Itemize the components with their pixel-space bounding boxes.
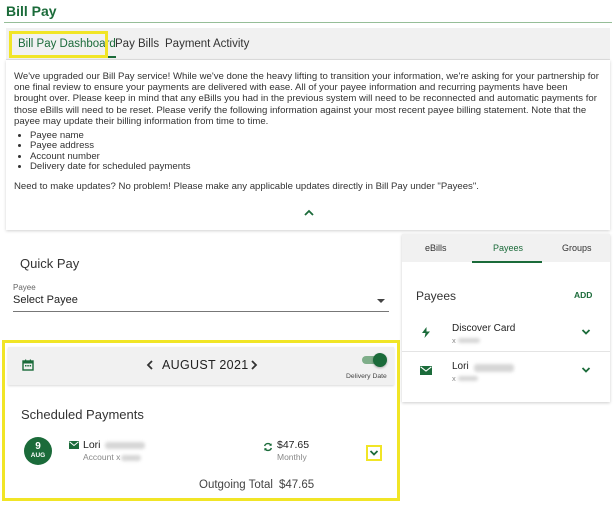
payee-account: x <box>452 374 456 383</box>
payment-date-badge: 9 AUG <box>24 437 52 465</box>
side-tabs: eBills Payees Groups <box>402 234 610 263</box>
quick-pay-title: Quick Pay <box>20 256 80 271</box>
verify-list: Payee name Payee address Account number … <box>30 130 602 173</box>
tab-groups[interactable]: Groups <box>562 234 592 262</box>
month-navigator: AUGUST 2021 Delivery Date <box>8 347 394 385</box>
notice-updates: Need to make updates? No problem! Please… <box>14 180 479 192</box>
calendar-icon[interactable] <box>22 359 34 371</box>
delivery-date-toggle[interactable] <box>362 353 387 367</box>
payment-payee-name: Lori <box>83 439 101 451</box>
payee-select[interactable]: Select Payee <box>13 294 389 312</box>
payees-title: Payees <box>416 289 457 303</box>
verify-item: Payee address <box>30 141 602 152</box>
chevron-down-icon[interactable] <box>581 328 591 336</box>
chevron-down-icon[interactable] <box>581 366 591 374</box>
scheduled-payments-panel: AUGUST 2021 Delivery Date Scheduled Paym… <box>2 340 400 501</box>
quick-pay-card: Quick Pay Payee Select Payee <box>6 236 396 336</box>
recurring-icon <box>263 442 273 452</box>
redacted-account <box>458 376 478 381</box>
mail-icon <box>69 441 79 449</box>
mail-icon <box>420 366 432 375</box>
tab-payees[interactable]: Payees <box>493 234 523 262</box>
payees-panel: eBills Payees Groups Payees ADD Discover… <box>402 234 610 402</box>
payment-account: Account x <box>83 452 121 462</box>
chevron-up-icon[interactable] <box>302 206 316 220</box>
toggle-knob <box>373 353 387 367</box>
payee-account: x <box>452 336 456 345</box>
lightning-icon <box>422 327 430 338</box>
chevron-down-icon <box>369 450 379 456</box>
payee-name: Lori <box>452 361 469 372</box>
notice-intro: We've upgraded our Bill Pay service! Whi… <box>14 71 599 127</box>
outgoing-total-label: Outgoing Total <box>199 479 273 491</box>
caret-down-icon <box>377 299 385 303</box>
redacted-name <box>474 364 514 372</box>
chevron-left-icon[interactable] <box>146 360 154 370</box>
tab-pay-bills[interactable]: Pay Bills <box>115 28 159 60</box>
payee-item[interactable]: Lori x <box>402 352 610 390</box>
active-tab-indicator <box>472 261 542 263</box>
outgoing-total: Outgoing Total $47.65 <box>199 479 314 491</box>
redacted-account <box>121 455 141 461</box>
payment-month: AUG <box>30 452 46 459</box>
tab-payment-activity[interactable]: Payment Activity <box>165 28 249 60</box>
verify-item: Delivery date for scheduled payments <box>30 161 602 172</box>
expand-payment-button[interactable] <box>366 445 382 461</box>
payee-label: Payee <box>13 283 36 292</box>
scheduled-payments-title: Scheduled Payments <box>21 407 144 422</box>
delivery-date-label: Delivery Date <box>346 373 387 380</box>
payee-item[interactable]: Discover Card x <box>402 314 610 352</box>
payee-name: Discover Card <box>452 323 516 334</box>
redacted-name <box>105 442 145 449</box>
payment-amount: $47.65 <box>277 439 310 451</box>
add-payee-button[interactable]: ADD <box>574 290 592 300</box>
payment-day: 9 <box>35 441 41 452</box>
tab-ebills[interactable]: eBills <box>425 234 447 262</box>
verify-item: Payee name <box>30 130 602 141</box>
month-label: AUGUST 2021 <box>162 358 249 372</box>
page-title: Bill Pay <box>6 3 57 19</box>
payment-frequency: Monthly <box>277 452 307 462</box>
redacted-account <box>458 338 480 343</box>
upgrade-notice: We've upgraded our Bill Pay service! Whi… <box>6 60 610 230</box>
outgoing-total-value: $47.65 <box>278 479 315 491</box>
title-divider <box>4 22 612 23</box>
payee-select-value: Select Payee <box>13 294 78 306</box>
dashboard-tab-highlight <box>9 31 108 58</box>
chevron-right-icon[interactable] <box>250 360 258 370</box>
